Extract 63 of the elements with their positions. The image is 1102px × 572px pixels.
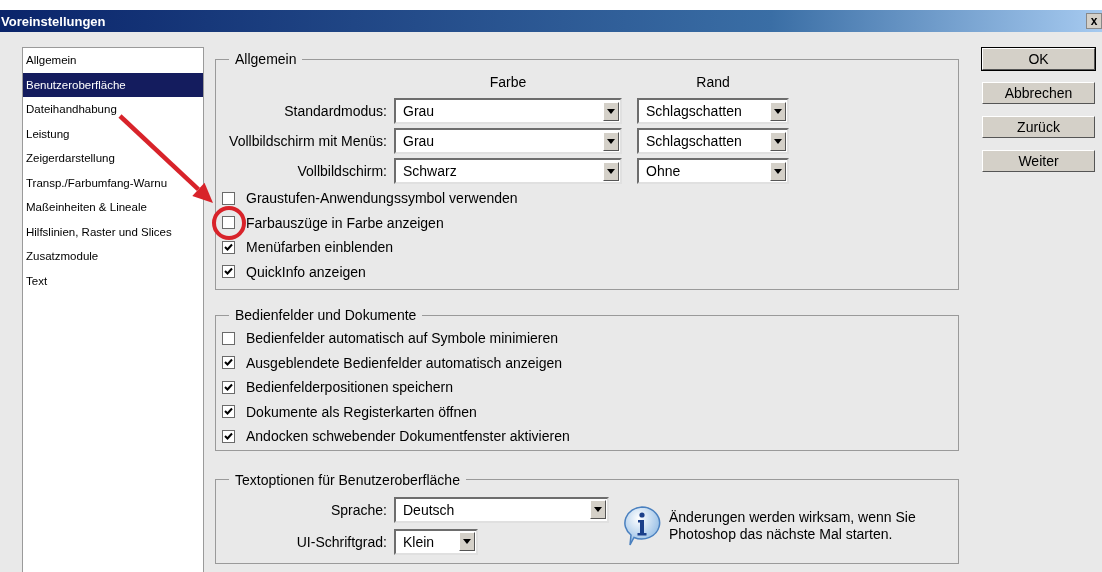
checkbox-label: Graustufen-Anwendungssymbol verwenden — [246, 190, 518, 207]
field-label: Vollbildschirm mit Menüs: — [228, 133, 387, 149]
dialog-button[interactable]: Zurück — [982, 116, 1095, 138]
dropdown[interactable]: Schlagschatten — [637, 128, 789, 154]
field-label: UI-Schriftgrad: — [296, 533, 387, 550]
checkbox[interactable] — [222, 331, 235, 345]
category-item[interactable]: Hilfslinien, Raster und Slices — [23, 219, 175, 244]
checkbox[interactable] — [222, 356, 235, 370]
category-item[interactable]: Maßeinheiten & Lineale — [23, 195, 150, 220]
caret-icon — [770, 101, 786, 121]
caret-icon — [590, 500, 606, 519]
checkbox[interactable] — [222, 240, 235, 254]
dropdown[interactable]: Deutsch — [394, 496, 609, 523]
category-item[interactable]: Dateihandhabung — [23, 97, 120, 122]
checkbox-label: Dokumente als Registerkarten öffnen — [246, 403, 477, 420]
dropdown[interactable]: Klein — [394, 528, 478, 555]
checkbox[interactable] — [222, 380, 235, 394]
group-title: Allgemein — [234, 51, 298, 67]
highlight-circle — [211, 205, 246, 240]
checkbox[interactable] — [222, 216, 235, 230]
field-label: Sprache: — [330, 501, 387, 518]
window-title: Voreinstellungen — [0, 13, 106, 29]
caret-icon — [603, 161, 619, 181]
caret-icon — [603, 131, 619, 151]
checkbox[interactable] — [222, 191, 235, 205]
category-item[interactable]: Benutzeroberfläche — [23, 72, 203, 97]
field-label: Vollbildschirm: — [296, 163, 387, 179]
checkbox-label: Andocken schwebender Dokumentfenster aktivieren — [246, 428, 570, 445]
caret-icon — [459, 532, 475, 551]
caret-icon — [603, 101, 619, 121]
caret-icon — [770, 131, 786, 151]
dialog-button[interactable]: Weiter — [982, 150, 1095, 172]
category-item[interactable]: Leistung — [23, 121, 73, 146]
checkbox-label: Ausgeblendete Bedienfelder automatisch anzeigen — [246, 354, 562, 371]
dropdown[interactable]: Ohne — [637, 158, 789, 184]
category-item[interactable]: Text — [23, 268, 51, 293]
info-note: Änderungen werden wirksam, wenn Sie Photoshop das nächste Mal starten. — [669, 508, 917, 543]
dialog-button[interactable]: Abbrechen — [982, 82, 1095, 104]
info-icon — [622, 504, 662, 547]
dialog-button[interactable]: OK — [982, 48, 1095, 70]
dropdown[interactable]: Schlagschatten — [637, 98, 789, 124]
dropdown[interactable]: Grau — [394, 128, 622, 154]
column-header: Farbe — [488, 73, 528, 91]
group-title: Textoptionen für Benutzeroberfläche — [234, 471, 461, 488]
checkbox-label: Farbauszüge in Farbe anzeigen — [246, 214, 444, 231]
dropdown[interactable]: Schwarz — [394, 158, 622, 184]
category-item[interactable]: Allgemein — [23, 48, 80, 73]
close-button[interactable]: x — [1086, 13, 1102, 29]
checkbox[interactable] — [222, 405, 235, 419]
column-header: Rand — [695, 73, 731, 91]
group-title: Bedienfelder und Dokumente — [234, 307, 418, 323]
category-item[interactable]: Zusatzmodule — [23, 244, 102, 269]
checkbox[interactable] — [222, 429, 235, 443]
category-item[interactable]: Transp./Farbumfang-Warnu — [23, 170, 171, 195]
checkbox-label: QuickInfo anzeigen — [246, 263, 366, 280]
caret-icon — [770, 161, 786, 181]
checkbox-label: Menüfarben einblenden — [246, 239, 394, 256]
checkbox-label: Bedienfelder automatisch auf Symbole minimieren — [246, 330, 559, 347]
checkbox-label: Bedienfelderpositionen speichern — [246, 379, 454, 396]
checkbox[interactable] — [222, 265, 235, 279]
category-item[interactable]: Zeigerdarstellung — [23, 146, 118, 171]
dropdown[interactable]: Grau — [394, 98, 622, 124]
field-label: Standardmodus: — [283, 103, 387, 119]
